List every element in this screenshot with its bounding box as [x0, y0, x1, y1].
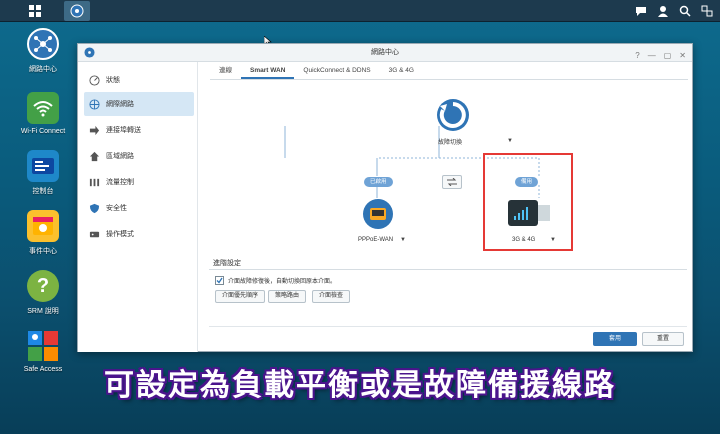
chat-icon[interactable]: [632, 2, 650, 20]
window-title-bar[interactable]: 網路中心 ? — ▢ ✕: [78, 44, 692, 62]
desktop-icon-label: 網路中心: [29, 66, 57, 73]
tab-connection[interactable]: 連線: [210, 62, 241, 79]
pppoe-wan-label: PPPoE-WAN: [358, 237, 394, 243]
sidebar-item-label: 安全性: [106, 205, 127, 212]
sidebar-item-local-network[interactable]: 區域網路: [84, 144, 194, 168]
sidebar: 狀態 網際網路 連接埠轉送 區域網路 流量控制 安全性 操作模式: [78, 62, 198, 352]
sidebar-item-operation-mode[interactable]: 操作模式: [84, 222, 194, 246]
status-icon: [88, 74, 100, 86]
local-network-icon: [88, 150, 100, 162]
failover-node-icon[interactable]: [436, 98, 470, 132]
operation-mode-icon: [88, 228, 100, 240]
checkmark-icon: [216, 277, 223, 284]
pppoe-dropdown-chevron-icon[interactable]: ▼: [400, 237, 406, 243]
sidebar-item-internet[interactable]: 網際網路: [84, 92, 194, 116]
help-icon: ?: [27, 270, 59, 302]
tab-3g-4g[interactable]: 3G & 4G: [380, 62, 423, 79]
caption-text: 可設定為負載平衡或是故障備援線路: [104, 368, 616, 403]
control-panel-icon: [27, 150, 59, 182]
auto-switchback-label: 介面故障修復後，自動切換回原本介面。: [228, 279, 337, 285]
windows-icon[interactable]: [698, 2, 716, 20]
enabled-status-badge: 已啟用: [364, 177, 393, 187]
pppoe-wan-node-icon[interactable]: [362, 198, 394, 230]
auto-switchback-checkbox[interactable]: [215, 276, 224, 285]
desktop-icon-label: SRM 說明: [27, 308, 59, 315]
wifi-icon: [27, 92, 59, 124]
sidebar-item-label: 區域網路: [106, 153, 134, 160]
desktop-icon-wifi-connect[interactable]: Wi-Fi Connect: [14, 92, 72, 135]
swap-icon: [447, 178, 457, 186]
sidebar-item-label: 連接埠轉送: [106, 127, 141, 134]
sidebar-item-port-forwarding[interactable]: 連接埠轉送: [84, 118, 194, 142]
desktop-icon-srm-help[interactable]: ? SRM 說明: [14, 270, 72, 316]
window-title: 網路中心: [371, 49, 399, 56]
port-forward-icon: [88, 124, 100, 136]
sidebar-item-label: 操作模式: [106, 231, 134, 238]
policy-routing-button[interactable]: 策略路由: [268, 290, 307, 303]
sidebar-item-label: 流量控制: [106, 179, 134, 186]
tab-smart-wan[interactable]: Smart WAN: [241, 62, 295, 79]
sidebar-item-label: 狀態: [106, 77, 120, 84]
interface-priority-button[interactable]: 介面優先順序: [215, 290, 266, 303]
sidebar-item-label: 網際網路: [106, 101, 134, 108]
desktop-icon-control-panel[interactable]: 控制台: [14, 150, 72, 196]
traffic-control-icon: [88, 176, 100, 188]
sidebar-item-security[interactable]: 安全性: [84, 196, 194, 220]
taskbar: [0, 0, 720, 22]
search-icon[interactable]: [676, 2, 694, 20]
interface-check-button[interactable]: 介面檢查: [312, 290, 351, 303]
safe-access-icon: [27, 330, 59, 362]
swap-interfaces-button[interactable]: [442, 175, 462, 189]
failover-dropdown-chevron-icon[interactable]: ▼: [507, 138, 513, 144]
divider: [209, 269, 687, 270]
desktop-icon-network-center[interactable]: 網路中心: [14, 28, 72, 74]
network-center-icon: [27, 28, 59, 60]
sidebar-item-status[interactable]: 狀態: [84, 68, 194, 92]
reset-button[interactable]: 重置: [642, 332, 684, 346]
event-center-icon: [27, 210, 59, 242]
advanced-settings-title: 進階設定: [213, 260, 241, 267]
desktop-icon-label: 事件中心: [29, 248, 57, 255]
user-icon[interactable]: [654, 2, 672, 20]
divider: [209, 326, 687, 327]
desktop-icon-label: Wi-Fi Connect: [20, 128, 66, 135]
tab-quickconnect-ddns[interactable]: QuickConnect & DDNS: [294, 62, 379, 79]
desktop-icon-event-center[interactable]: 事件中心: [14, 210, 72, 256]
failover-label: 故障切換: [438, 140, 463, 146]
internet-icon: [88, 98, 100, 110]
network-center-taskbar-icon[interactable]: [64, 1, 90, 21]
sidebar-item-traffic-control[interactable]: 流量控制: [84, 170, 194, 194]
tab-bar: 連線 Smart WAN QuickConnect & DDNS 3G & 4G: [210, 62, 688, 80]
desktop-icon-label: 控制台: [32, 188, 54, 195]
highlight-box: [483, 153, 573, 251]
apps-grid-icon[interactable]: [22, 1, 48, 21]
auto-switchback-option[interactable]: 介面故障修復後，自動切換回原本介面。: [215, 276, 336, 285]
apply-button[interactable]: 套用: [593, 332, 637, 346]
security-icon: [88, 202, 100, 214]
